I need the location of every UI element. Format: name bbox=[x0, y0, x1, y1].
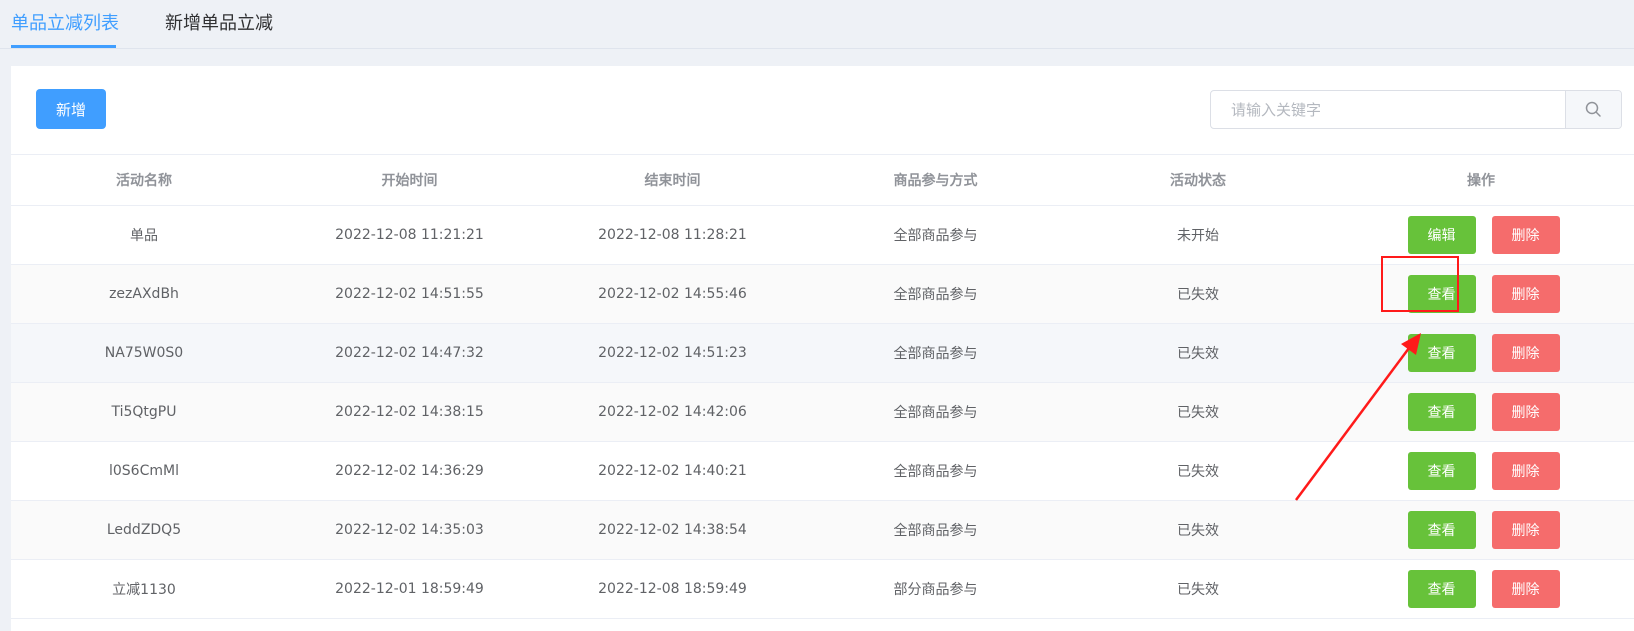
cell-end-time: 2022-12-02 14:51:23 bbox=[542, 323, 803, 383]
delete-button[interactable]: 删除 bbox=[1491, 275, 1560, 313]
table-row: 立减1130 2022-12-01 18:59:49 2022-12-08 18… bbox=[11, 559, 1634, 619]
cell-end-time: 2022-12-08 11:28:21 bbox=[542, 205, 803, 265]
cell-start-time: 2022-12-08 11:21:21 bbox=[277, 205, 542, 265]
table-row: Ti5QtgPU 2022-12-02 14:38:15 2022-12-02 … bbox=[11, 382, 1634, 442]
cell-actions: 查看 删除 bbox=[1328, 382, 1634, 442]
cell-end-time: 2022-12-02 14:42:06 bbox=[542, 382, 803, 442]
column-header-name: 活动名称 bbox=[11, 154, 277, 206]
delete-button[interactable]: 删除 bbox=[1491, 452, 1560, 490]
delete-button[interactable]: 删除 bbox=[1491, 334, 1560, 372]
cell-start-time: 2022-12-02 14:35:03 bbox=[277, 500, 542, 560]
cell-status: 已失效 bbox=[1068, 441, 1328, 501]
table-row: LeddZDQ5 2022-12-02 14:35:03 2022-12-02 … bbox=[11, 500, 1634, 560]
tab-single-discount-list[interactable]: 单品立减列表 bbox=[11, 12, 119, 36]
cell-start-time: 2022-12-02 14:47:32 bbox=[277, 323, 542, 383]
cell-end-time: 2022-12-02 14:38:54 bbox=[542, 500, 803, 560]
cell-status: 已失效 bbox=[1068, 559, 1328, 619]
delete-button[interactable]: 删除 bbox=[1491, 570, 1560, 608]
cell-participation: 全部商品参与 bbox=[803, 264, 1068, 324]
cell-name: NA75W0S0 bbox=[11, 323, 277, 383]
view-button[interactable]: 查看 bbox=[1407, 511, 1476, 549]
cell-status: 未开始 bbox=[1068, 205, 1328, 265]
search-input[interactable] bbox=[1211, 91, 1567, 128]
view-button[interactable]: 查看 bbox=[1407, 393, 1476, 431]
column-header-start-time: 开始时间 bbox=[277, 154, 542, 206]
column-header-actions: 操作 bbox=[1328, 154, 1634, 206]
active-tab-indicator bbox=[11, 45, 116, 48]
cell-participation: 全部商品参与 bbox=[803, 382, 1068, 442]
view-button[interactable]: 查看 bbox=[1407, 570, 1476, 608]
view-button[interactable]: 查看 bbox=[1407, 275, 1476, 313]
search-box bbox=[1210, 90, 1622, 129]
cell-participation: 部分商品参与 bbox=[803, 559, 1068, 619]
cell-status: 已失效 bbox=[1068, 500, 1328, 560]
cell-end-time: 2022-12-02 14:40:21 bbox=[542, 441, 803, 501]
delete-button[interactable]: 删除 bbox=[1491, 393, 1560, 431]
view-button[interactable]: 查看 bbox=[1407, 334, 1476, 372]
cell-name: zezAXdBh bbox=[11, 264, 277, 324]
search-button[interactable] bbox=[1565, 91, 1621, 128]
cell-participation: 全部商品参与 bbox=[803, 500, 1068, 560]
edit-button[interactable]: 编辑 bbox=[1407, 216, 1476, 254]
activity-table: 活动名称 开始时间 结束时间 商品参与方式 活动状态 操作 单品 2022-12… bbox=[11, 154, 1634, 619]
table-row: l0S6CmMl 2022-12-02 14:36:29 2022-12-02 … bbox=[11, 441, 1634, 501]
cell-actions: 编辑 删除 bbox=[1328, 205, 1634, 265]
add-button[interactable]: 新增 bbox=[36, 89, 106, 129]
column-header-end-time: 结束时间 bbox=[542, 154, 803, 206]
cell-actions: 查看 删除 bbox=[1328, 264, 1634, 324]
cell-start-time: 2022-12-02 14:36:29 bbox=[277, 441, 542, 501]
cell-name: 立减1130 bbox=[11, 559, 277, 619]
cell-start-time: 2022-12-01 18:59:49 bbox=[277, 559, 542, 619]
cell-name: Ti5QtgPU bbox=[11, 382, 277, 442]
table-row: NA75W0S0 2022-12-02 14:47:32 2022-12-02 … bbox=[11, 323, 1634, 383]
tab-bar: 单品立减列表 新增单品立减 bbox=[0, 0, 1634, 49]
table-header-row: 活动名称 开始时间 结束时间 商品参与方式 活动状态 操作 bbox=[11, 154, 1634, 206]
cell-participation: 全部商品参与 bbox=[803, 205, 1068, 265]
table-row: zezAXdBh 2022-12-02 14:51:55 2022-12-02 … bbox=[11, 264, 1634, 324]
view-button[interactable]: 查看 bbox=[1407, 452, 1476, 490]
column-header-status: 活动状态 bbox=[1068, 154, 1328, 206]
cell-actions: 查看 删除 bbox=[1328, 559, 1634, 619]
tab-add-single-discount[interactable]: 新增单品立减 bbox=[165, 12, 273, 36]
cell-actions: 查看 删除 bbox=[1328, 441, 1634, 501]
cell-end-time: 2022-12-02 14:55:46 bbox=[542, 264, 803, 324]
cell-name: 单品 bbox=[11, 205, 277, 265]
cell-status: 已失效 bbox=[1068, 382, 1328, 442]
cell-actions: 查看 删除 bbox=[1328, 323, 1634, 383]
cell-end-time: 2022-12-08 18:59:49 bbox=[542, 559, 803, 619]
cell-participation: 全部商品参与 bbox=[803, 323, 1068, 383]
cell-status: 已失效 bbox=[1068, 264, 1328, 324]
table-row: 单品 2022-12-08 11:21:21 2022-12-08 11:28:… bbox=[11, 205, 1634, 265]
search-icon bbox=[1585, 101, 1601, 117]
cell-start-time: 2022-12-02 14:51:55 bbox=[277, 264, 542, 324]
cell-start-time: 2022-12-02 14:38:15 bbox=[277, 382, 542, 442]
cell-status: 已失效 bbox=[1068, 323, 1328, 383]
cell-name: LeddZDQ5 bbox=[11, 500, 277, 560]
delete-button[interactable]: 删除 bbox=[1491, 511, 1560, 549]
column-header-participation: 商品参与方式 bbox=[803, 154, 1068, 206]
cell-actions: 查看 删除 bbox=[1328, 500, 1634, 560]
cell-participation: 全部商品参与 bbox=[803, 441, 1068, 501]
delete-button[interactable]: 删除 bbox=[1491, 216, 1560, 254]
cell-name: l0S6CmMl bbox=[11, 441, 277, 501]
list-panel: 新增 活动名称 开始时间 结束时间 商品参与方式 活动状态 操作 bbox=[11, 66, 1634, 631]
